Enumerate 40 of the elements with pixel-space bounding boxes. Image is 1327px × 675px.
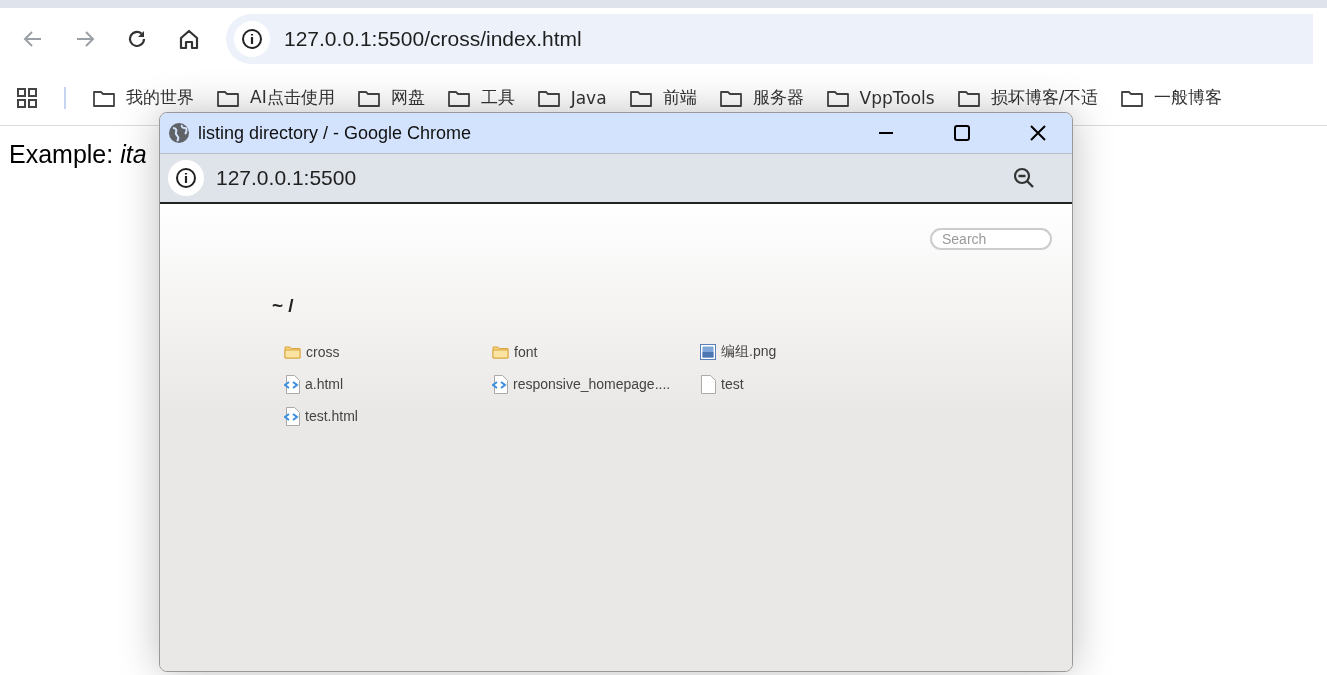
globe-icon: [168, 122, 190, 144]
folder-icon: [492, 345, 509, 359]
bookmark-folder[interactable]: 一般博客: [1120, 86, 1223, 109]
url-text: 127.0.0.1:5500: [216, 166, 358, 190]
image-icon: [700, 344, 716, 360]
code-file-icon: [492, 374, 508, 394]
file-link[interactable]: cross: [284, 341, 492, 363]
code-file-icon: [284, 374, 300, 394]
zoom-out-icon[interactable]: [1012, 166, 1036, 190]
bookmark-folder[interactable]: 我的世界: [92, 86, 194, 109]
file-link[interactable]: 编组.png: [700, 341, 908, 363]
url-text: 127.0.0.1:5500/cross/index.html: [284, 27, 582, 51]
bookmark-folder[interactable]: 损坏博客/不适: [956, 86, 1099, 109]
search-field[interactable]: Search: [930, 228, 1052, 250]
bookmark-folder[interactable]: 服务器: [718, 86, 804, 109]
bookmark-folder[interactable]: 网盘: [356, 86, 425, 109]
bookmark-folder[interactable]: Java: [536, 86, 607, 109]
file-icon: [700, 374, 716, 394]
folder-icon: [284, 345, 301, 359]
address-bar[interactable]: 127.0.0.1:5500/cross/index.html: [226, 14, 1313, 64]
home-icon[interactable]: [178, 28, 200, 50]
file-link[interactable]: font: [492, 341, 700, 363]
maximize-icon[interactable]: [953, 124, 971, 142]
code-file-icon: [284, 406, 300, 426]
file-link[interactable]: test: [700, 373, 908, 395]
bookmark-folder[interactable]: AI点击使用: [216, 86, 335, 109]
file-link[interactable]: a.html: [284, 373, 492, 395]
example-text: Example: ita: [9, 140, 147, 169]
directory-heading: ~ /: [272, 295, 294, 317]
bookmark-folder[interactable]: VppTools: [825, 86, 935, 109]
file-link[interactable]: responsive_homepage....: [492, 373, 700, 395]
apps-icon[interactable]: [16, 86, 38, 109]
close-icon[interactable]: [1029, 124, 1047, 142]
window-title: listing directory / - Google Chrome: [198, 122, 473, 144]
file-link[interactable]: test.html: [284, 405, 492, 427]
bookmark-folder[interactable]: 工具: [446, 86, 515, 109]
info-icon: [175, 167, 197, 189]
bookmark-folder[interactable]: 前端: [628, 86, 697, 109]
info-icon: [241, 28, 263, 50]
reload-icon[interactable]: [126, 28, 148, 50]
